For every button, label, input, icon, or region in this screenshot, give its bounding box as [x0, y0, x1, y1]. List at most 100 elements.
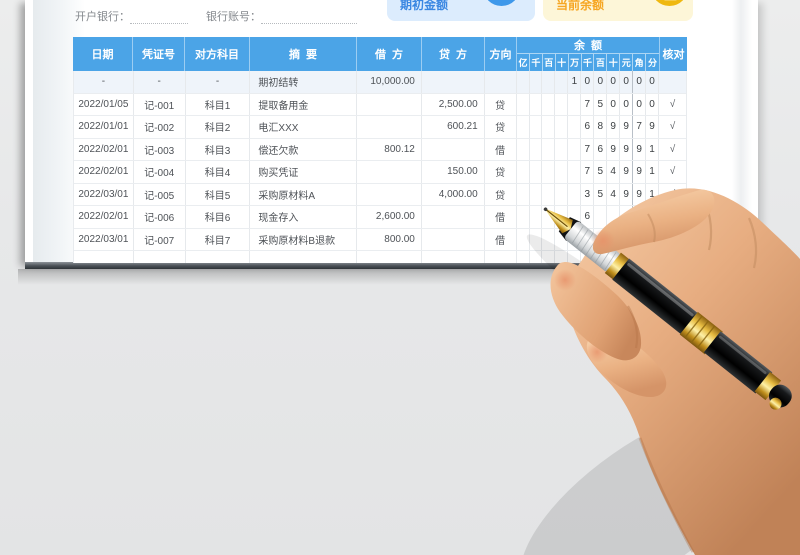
cell-debit[interactable]: [357, 251, 422, 263]
cell-digit[interactable]: [555, 116, 569, 138]
cell-check[interactable]: √: [659, 161, 686, 183]
cell-date[interactable]: -: [74, 71, 134, 93]
cell-check[interactable]: [659, 206, 686, 228]
cell-digit[interactable]: [555, 71, 569, 93]
cell-account[interactable]: 科目6: [186, 206, 251, 228]
cell-direction[interactable]: 贷: [485, 161, 517, 183]
cell-digit[interactable]: 6: [594, 138, 608, 160]
cell-check[interactable]: [659, 71, 686, 93]
cell-digit[interactable]: [542, 116, 556, 138]
cell-direction[interactable]: 贷: [485, 93, 517, 115]
cell-digit[interactable]: [530, 116, 543, 138]
cell-summary[interactable]: [250, 251, 358, 263]
cell-direction[interactable]: [485, 71, 517, 93]
cell-voucher[interactable]: 记-007: [134, 228, 186, 250]
cell-date[interactable]: [74, 251, 134, 263]
cell-digit[interactable]: [581, 228, 595, 250]
cell-check[interactable]: √: [659, 139, 686, 161]
cell-digit[interactable]: [568, 206, 582, 228]
cell-debit[interactable]: [357, 93, 422, 115]
cell-account[interactable]: 科目5: [186, 183, 251, 205]
cell-digit[interactable]: 0: [581, 71, 595, 93]
cell-digit[interactable]: [517, 183, 530, 205]
cell-voucher[interactable]: -: [134, 71, 186, 93]
cell-digit[interactable]: 7: [581, 138, 595, 160]
cell-date[interactable]: 2022/01/01: [74, 116, 134, 138]
cell-voucher[interactable]: 记-001: [134, 93, 186, 115]
cell-digit[interactable]: 5: [594, 93, 608, 115]
cell-credit[interactable]: [422, 228, 485, 250]
cell-digit[interactable]: [594, 251, 608, 263]
cell-digit[interactable]: [530, 183, 543, 205]
cell-date[interactable]: 2022/02/01: [74, 161, 134, 183]
cell-digit[interactable]: [594, 228, 608, 250]
cell-direction[interactable]: 贷: [485, 183, 517, 205]
cell-digit[interactable]: [568, 93, 582, 115]
cell-digit[interactable]: 5: [594, 183, 608, 205]
cell-digit[interactable]: 0: [633, 93, 647, 115]
cell-debit[interactable]: [357, 116, 422, 138]
cell-direction[interactable]: 借: [485, 138, 517, 160]
cell-credit[interactable]: 150.00: [422, 161, 485, 183]
cell-digit[interactable]: [542, 206, 556, 228]
cell-voucher[interactable]: 记-002: [134, 116, 186, 138]
cell-digit[interactable]: [542, 138, 556, 160]
cell-debit[interactable]: 800.12: [357, 138, 422, 160]
cell-digit[interactable]: [530, 161, 543, 183]
cell-debit[interactable]: 2,600.00: [357, 206, 422, 228]
cell-digit[interactable]: [607, 251, 621, 263]
cell-digit[interactable]: 7: [581, 93, 595, 115]
opening-amount-badge[interactable]: 期初金额: [387, 0, 535, 21]
cell-account[interactable]: 科目1: [186, 93, 251, 115]
cell-digit[interactable]: 1: [568, 71, 582, 93]
cell-credit[interactable]: [422, 251, 485, 263]
cell-direction[interactable]: 贷: [485, 116, 517, 138]
cell-digit[interactable]: [555, 138, 569, 160]
cell-credit[interactable]: [422, 71, 485, 93]
cell-account[interactable]: 科目7: [186, 228, 251, 250]
cell-digit[interactable]: [517, 138, 530, 160]
cell-digit[interactable]: 0: [620, 93, 634, 115]
cell-digit[interactable]: 9: [646, 116, 660, 138]
cell-credit[interactable]: [422, 138, 485, 160]
cell-digit[interactable]: [517, 228, 530, 250]
cell-check[interactable]: √: [659, 94, 686, 116]
cell-digit[interactable]: 9: [633, 161, 647, 183]
cell-digit[interactable]: 6: [581, 206, 595, 228]
cell-summary[interactable]: 提取备用金: [250, 93, 358, 115]
cell-digit[interactable]: [568, 116, 582, 138]
cell-credit[interactable]: 2,500.00: [422, 93, 485, 115]
cell-digit[interactable]: [594, 206, 608, 228]
cell-debit[interactable]: 10,000.00: [357, 71, 422, 93]
cell-digit[interactable]: 9: [620, 183, 634, 205]
cell-credit[interactable]: 600.21: [422, 116, 485, 138]
cell-account[interactable]: [186, 251, 251, 263]
cell-digit[interactable]: [542, 71, 556, 93]
cell-digit[interactable]: 1: [646, 161, 660, 183]
cell-digit[interactable]: 6: [581, 116, 595, 138]
cell-digit[interactable]: 7: [633, 116, 647, 138]
cell-account[interactable]: 科目3: [186, 138, 251, 160]
cell-digit[interactable]: [555, 251, 569, 263]
cell-digit[interactable]: 0: [646, 93, 660, 115]
cell-digit[interactable]: 0: [607, 71, 621, 93]
cell-digit[interactable]: 4: [607, 161, 621, 183]
cell-digit[interactable]: [530, 93, 543, 115]
cell-date[interactable]: 2022/01/05: [74, 93, 134, 115]
cell-digit[interactable]: 1: [646, 183, 660, 205]
cell-digit[interactable]: [517, 93, 530, 115]
cell-account[interactable]: 科目2: [186, 116, 251, 138]
cell-digit[interactable]: [517, 116, 530, 138]
cell-direction[interactable]: 借: [485, 228, 517, 250]
cell-digit[interactable]: 7: [581, 161, 595, 183]
cell-digit[interactable]: [542, 93, 556, 115]
cell-digit[interactable]: [542, 161, 556, 183]
cell-direction[interactable]: [485, 251, 517, 263]
cell-digit[interactable]: [555, 183, 569, 205]
cell-digit[interactable]: [530, 206, 543, 228]
cell-account[interactable]: -: [186, 71, 251, 93]
cell-summary[interactable]: 偿还欠款: [250, 138, 358, 160]
cell-digit[interactable]: 4: [607, 183, 621, 205]
cell-voucher[interactable]: [134, 251, 186, 263]
cell-digit[interactable]: 0: [620, 71, 634, 93]
